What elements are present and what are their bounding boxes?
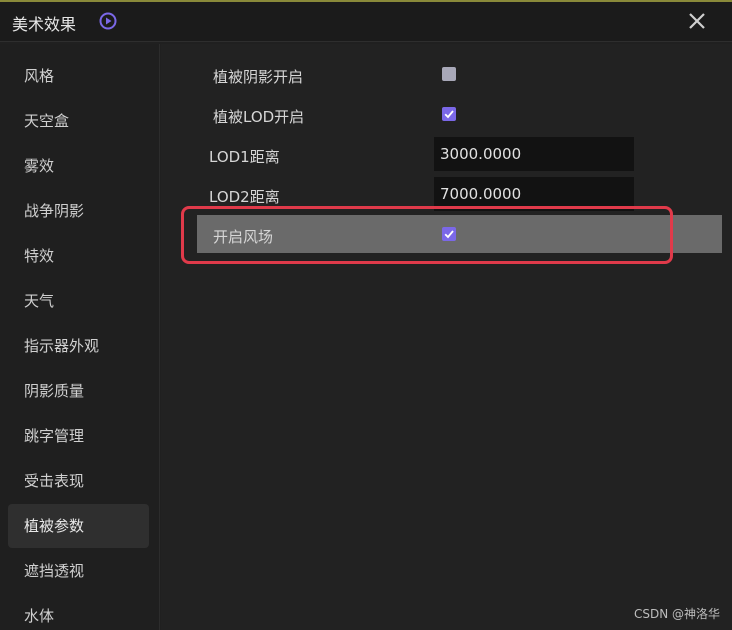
wind-field-label: 开启风场 bbox=[213, 228, 274, 246]
wind-field-checkbox[interactable] bbox=[442, 227, 456, 241]
watermark: CSDN @神洛华 bbox=[633, 607, 720, 621]
sidebar-item-water[interactable]: 水体 bbox=[8, 594, 149, 630]
lod1-label: LOD1距离 bbox=[209, 148, 280, 166]
sidebar-item-fog-of-war[interactable]: 战争阴影 bbox=[8, 189, 149, 233]
lod1-distance-input[interactable] bbox=[434, 137, 634, 171]
title-bar: 美术效果 bbox=[0, 2, 732, 42]
close-icon[interactable] bbox=[686, 10, 708, 32]
sidebar-item-vegetation[interactable]: 植被参数 bbox=[8, 504, 149, 548]
checkmark-icon bbox=[444, 230, 454, 239]
window-title: 美术效果 bbox=[12, 15, 77, 34]
art-effects-window: 美术效果 风格 天空盒 雾效 战争阴影 特效 天气 指示器外观 阴影质量 跳字管… bbox=[0, 0, 732, 630]
veg-shadow-checkbox[interactable] bbox=[442, 67, 456, 81]
checkmark-icon bbox=[444, 110, 454, 119]
wind-field-row[interactable] bbox=[197, 215, 722, 253]
veg-lod-checkbox[interactable] bbox=[442, 107, 456, 121]
sidebar-item-indicator-appearance[interactable]: 指示器外观 bbox=[8, 324, 149, 368]
veg-lod-label: 植被LOD开启 bbox=[213, 108, 305, 126]
sidebar-item-weather[interactable]: 天气 bbox=[8, 279, 149, 323]
category-sidebar: 风格 天空盒 雾效 战争阴影 特效 天气 指示器外观 阴影质量 跳字管理 受击表… bbox=[0, 44, 160, 630]
sidebar-item-effects[interactable]: 特效 bbox=[8, 234, 149, 278]
sidebar-item-fog[interactable]: 雾效 bbox=[8, 144, 149, 188]
lod2-label: LOD2距离 bbox=[209, 188, 280, 206]
sidebar-item-damage-text[interactable]: 跳字管理 bbox=[8, 414, 149, 458]
play-circle-icon[interactable] bbox=[99, 12, 117, 30]
sidebar-item-occlusion[interactable]: 遮挡透视 bbox=[8, 549, 149, 593]
sidebar-item-hit-reaction[interactable]: 受击表现 bbox=[8, 459, 149, 503]
sidebar-item-skybox[interactable]: 天空盒 bbox=[8, 99, 149, 143]
lod2-distance-input[interactable] bbox=[434, 177, 634, 211]
settings-panel: 植被阴影开启 植被LOD开启 LOD1距离 LOD2距离 开启风场 bbox=[161, 44, 732, 630]
sidebar-item-style[interactable]: 风格 bbox=[8, 54, 149, 98]
veg-shadow-label: 植被阴影开启 bbox=[213, 68, 304, 86]
sidebar-item-shadow-quality[interactable]: 阴影质量 bbox=[8, 369, 149, 413]
